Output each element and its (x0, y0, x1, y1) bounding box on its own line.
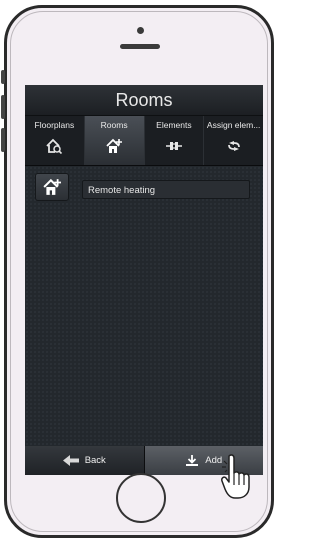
hand-pointer-icon (221, 454, 250, 499)
tab-elements[interactable]: Elements (145, 116, 205, 165)
tab-assign-elements[interactable]: Assign elem... (204, 116, 263, 165)
side-button (1, 70, 5, 84)
room-icon-button[interactable] (35, 173, 69, 201)
house-search-icon (46, 138, 63, 154)
back-button-label: Back (84, 455, 106, 466)
side-button (1, 95, 5, 119)
house-add-icon (106, 138, 123, 153)
transfer-icon (227, 141, 240, 151)
app-screen: Rooms Floorplans Rooms Elements Assign e… (25, 85, 263, 475)
back-button[interactable]: Back (25, 446, 145, 475)
tab-rooms[interactable]: Rooms (84, 116, 145, 165)
tab-floorplans[interactable]: Floorplans (25, 116, 85, 165)
tab-label: Rooms (100, 120, 128, 130)
connector-icon (165, 142, 182, 150)
tab-bar: Floorplans Rooms Elements Assign elem... (25, 116, 263, 166)
tab-label: Floorplans (34, 120, 75, 130)
room-name-field[interactable]: Remote heating (82, 180, 250, 199)
tab-label: Assign elem... (206, 120, 261, 130)
camera-icon (137, 27, 144, 34)
page-title: Rooms (25, 85, 263, 116)
house-add-icon (43, 178, 61, 195)
list-item[interactable]: Remote heating (31, 171, 257, 201)
home-button[interactable] (116, 473, 166, 523)
room-list: Remote heating (25, 166, 263, 446)
speaker-grille (120, 44, 160, 49)
side-button (1, 128, 5, 152)
tab-label: Elements (156, 120, 192, 130)
arrow-left-icon (62, 455, 79, 466)
download-icon (186, 454, 199, 466)
